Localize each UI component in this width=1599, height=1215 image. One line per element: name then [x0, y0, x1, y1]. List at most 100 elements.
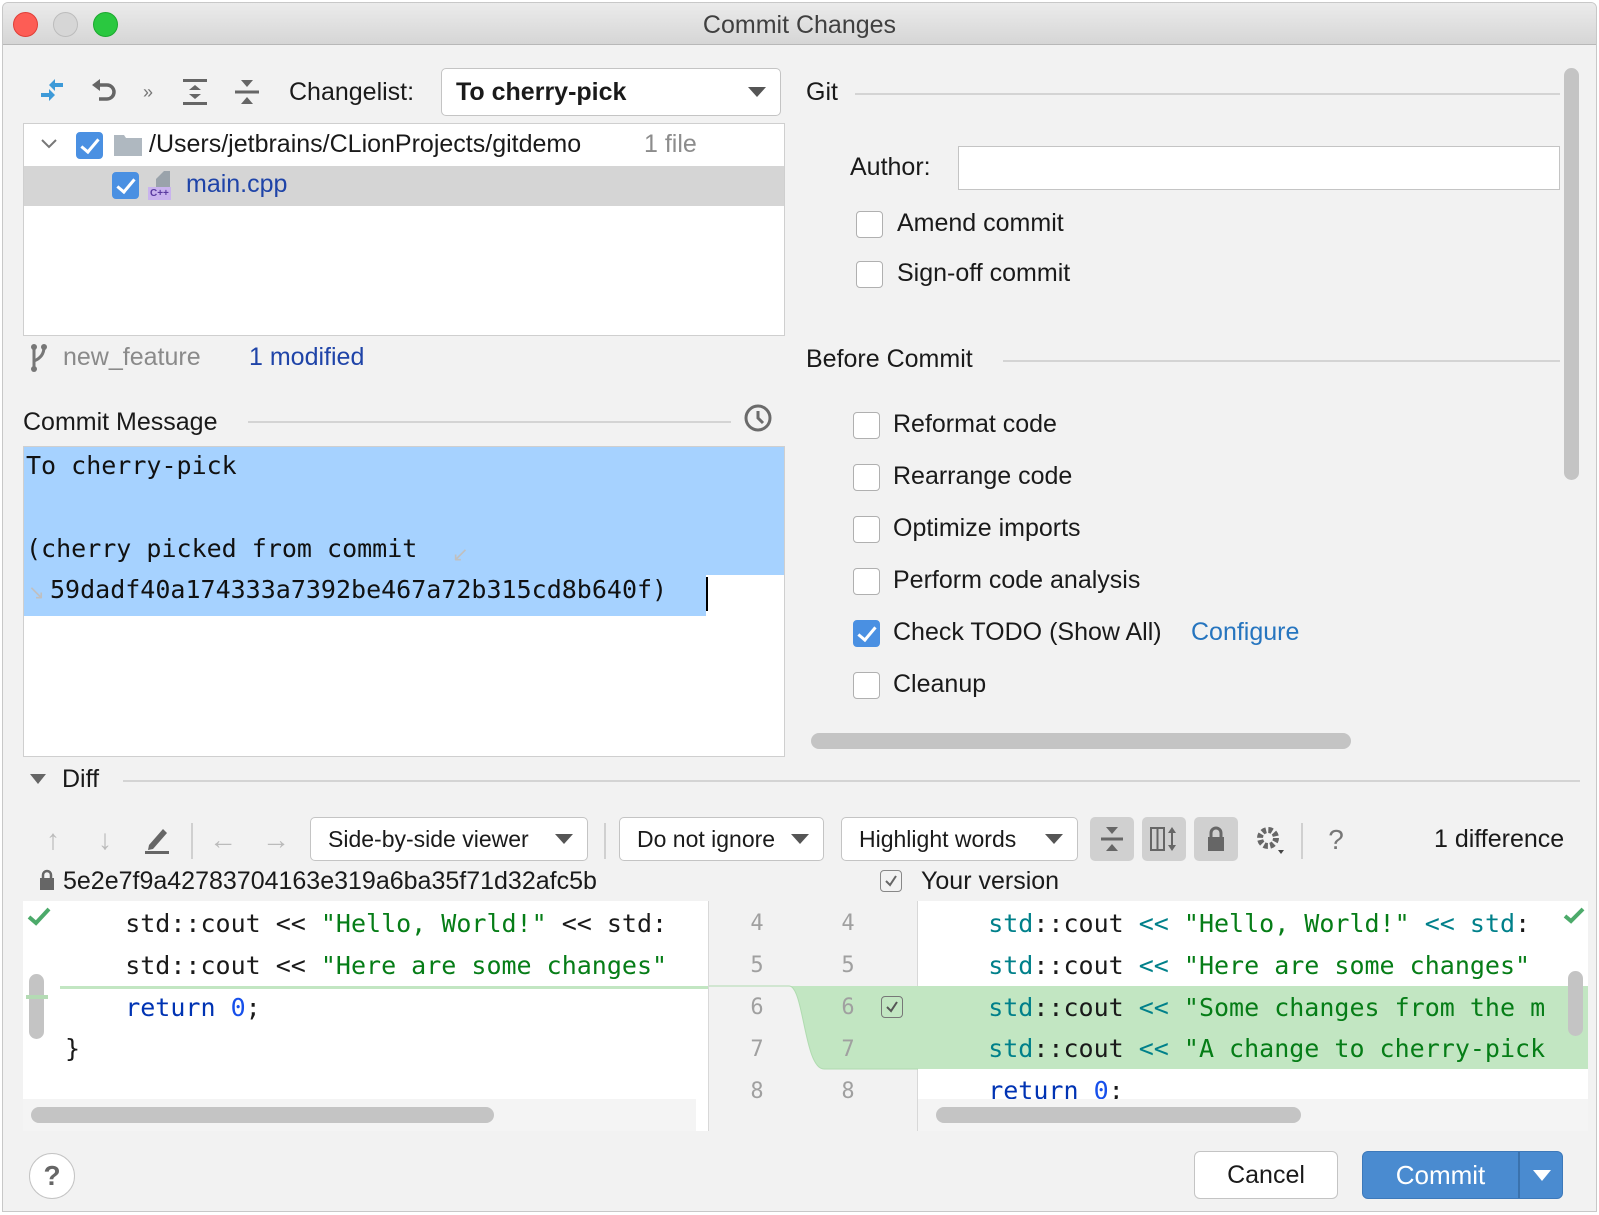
amend-commit-checkbox[interactable]	[856, 211, 883, 238]
commit-options-dropdown[interactable]	[1520, 1152, 1563, 1198]
ignore-whitespace-dropdown[interactable]: Do not ignore	[619, 817, 824, 861]
rollback-icon[interactable]	[87, 75, 121, 109]
line-number: 6	[841, 995, 855, 1020]
code-token: "Here are some changes"	[1183, 951, 1531, 980]
previous-difference-icon[interactable]: ↑	[36, 823, 70, 857]
root-path: /Users/jetbrains/CLionProjects/gitdemo	[149, 130, 582, 158]
collapse-all-icon[interactable]	[230, 75, 264, 109]
message-line: To cherry-pick	[26, 451, 237, 480]
chevron-down-icon	[748, 87, 766, 97]
code-token: std	[1469, 909, 1516, 938]
check-todo-checkbox[interactable]	[853, 620, 880, 647]
cpp-file-icon: C++	[148, 170, 178, 202]
author-input[interactable]	[958, 146, 1560, 190]
signoff-commit-label[interactable]: Sign-off commit	[897, 259, 1070, 288]
vertical-scrollbar[interactable]	[29, 974, 44, 1039]
code-token: :	[1515, 909, 1531, 938]
horizontal-scrollbar[interactable]	[811, 733, 1351, 749]
line-number: 8	[750, 1079, 764, 1104]
separator	[1003, 360, 1560, 362]
diff-section-label[interactable]: Diff	[62, 765, 99, 794]
tree-file-row[interactable]: C++ main.cpp	[24, 166, 784, 206]
window-title: Commit Changes	[702, 11, 897, 39]
root-checkbox[interactable]	[76, 132, 103, 159]
code-line: std::cout << "Here are some changes"	[928, 951, 1530, 980]
cleanup-checkbox[interactable]	[853, 672, 880, 699]
soft-wrap-icon: ↘	[28, 582, 45, 604]
collapse-triangle-icon[interactable]	[29, 773, 47, 785]
your-version-checkbox[interactable]	[880, 870, 902, 892]
configure-link[interactable]: Configure	[1191, 618, 1299, 647]
code-token: 0	[230, 993, 246, 1022]
toolbar-divider	[1301, 823, 1303, 859]
help-icon[interactable]: ?	[1319, 823, 1353, 857]
code-token: std	[928, 909, 1034, 938]
cleanup-label[interactable]: Cleanup	[893, 670, 986, 699]
soft-wrap-icon: ↙	[452, 544, 469, 566]
code-token: std	[928, 1034, 1034, 1063]
before-commit-section-label: Before Commit	[806, 345, 973, 373]
optimize-imports-label[interactable]: Optimize imports	[893, 514, 1081, 543]
code-analysis-checkbox[interactable]	[853, 568, 880, 595]
amend-commit-label[interactable]: Amend commit	[897, 209, 1064, 238]
previous-file-icon[interactable]: ←	[206, 823, 240, 857]
history-clock-icon[interactable]	[743, 403, 773, 433]
vertical-scrollbar[interactable]	[1568, 971, 1583, 1036]
git-section-label: Git	[806, 78, 838, 106]
line-number: 5	[750, 953, 764, 978]
next-file-icon[interactable]: →	[259, 823, 293, 857]
commit-button[interactable]: Commit	[1363, 1152, 1518, 1198]
edit-source-icon[interactable]	[140, 823, 174, 857]
code-line: return 0;	[65, 993, 261, 1022]
diff-left-editor[interactable]: std::cout << "Hello, World!" << std: std…	[23, 901, 708, 1131]
horizontal-scrollbar[interactable]	[31, 1107, 494, 1123]
settings-gear-icon[interactable]	[1253, 823, 1287, 857]
line-number: 4	[750, 911, 764, 936]
lock-icon	[40, 869, 54, 890]
signoff-commit-checkbox[interactable]	[856, 261, 883, 288]
show-diff-icon[interactable]	[35, 75, 69, 109]
expand-all-icon[interactable]	[178, 75, 212, 109]
modified-count-link[interactable]: 1 modified	[249, 343, 364, 372]
next-difference-icon[interactable]: ↓	[88, 823, 122, 857]
tree-root-row[interactable]: /Users/jetbrains/CLionProjects/gitdemo 1…	[24, 124, 784, 166]
code-analysis-label[interactable]: Perform code analysis	[893, 566, 1140, 595]
check-todo-label[interactable]: Check TODO (Show All)	[893, 618, 1162, 647]
branch-name[interactable]: new_feature	[63, 343, 201, 372]
line-number: 8	[841, 1079, 855, 1104]
changelist-dropdown[interactable]: To cherry-pick	[441, 68, 781, 116]
diff-right-editor[interactable]: std::cout << "Hello, World!" << std: std…	[918, 901, 1588, 1131]
lock-button[interactable]	[1194, 817, 1238, 861]
help-button[interactable]: ?	[29, 1153, 75, 1199]
code-token: "A change to cherry-pick	[1183, 1034, 1546, 1063]
reformat-code-checkbox[interactable]	[853, 412, 880, 439]
rearrange-code-label[interactable]: Rearrange code	[893, 462, 1072, 491]
file-checkbox[interactable]	[112, 172, 139, 199]
rearrange-code-checkbox[interactable]	[853, 464, 880, 491]
highlight-mode-dropdown[interactable]: Highlight words	[841, 817, 1078, 861]
sync-scroll-button[interactable]	[1142, 817, 1186, 861]
reformat-code-label[interactable]: Reformat code	[893, 410, 1057, 439]
horizontal-scrollbar[interactable]	[936, 1107, 1301, 1123]
code-token: <<	[1138, 951, 1169, 980]
viewer-mode-dropdown[interactable]: Side-by-side viewer	[310, 817, 588, 861]
collapse-unchanged-button[interactable]	[1090, 817, 1134, 861]
optimize-imports-checkbox[interactable]	[853, 516, 880, 543]
code-token: ::cout	[1033, 1034, 1139, 1063]
commit-message-editor[interactable]: To cherry-pick (cherry picked from commi…	[23, 446, 785, 757]
chevron-expanded-icon[interactable]	[40, 138, 58, 150]
include-change-checkbox[interactable]	[881, 996, 903, 1018]
no-errors-check-icon	[27, 907, 51, 926]
message-line: (cherry picked from commit	[26, 534, 418, 563]
cancel-button[interactable]: Cancel	[1194, 1151, 1338, 1199]
code-token: std	[928, 993, 1034, 1022]
line-number: 4	[841, 911, 855, 936]
file-name[interactable]: main.cpp	[186, 170, 287, 199]
more-icon[interactable]: »	[131, 75, 165, 109]
vertical-scrollbar[interactable]	[1564, 68, 1579, 480]
chevron-down-icon	[555, 834, 573, 844]
